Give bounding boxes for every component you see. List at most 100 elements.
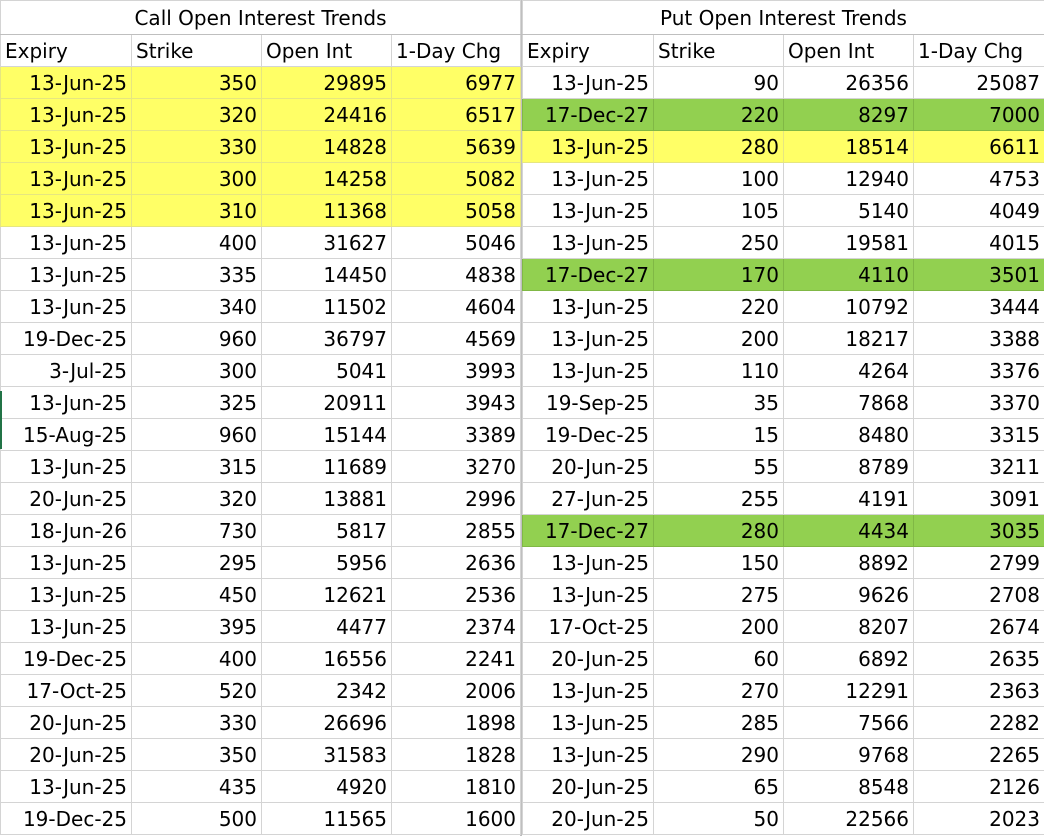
1-day-chg-cell[interactable]: 2674 (912, 610, 1044, 643)
1-day-chg-cell[interactable]: 3501 (912, 258, 1044, 291)
strike-cell[interactable]: 60 (653, 642, 784, 675)
1-day-chg-cell[interactable]: 1828 (391, 738, 521, 771)
expiry-cell[interactable]: 19-Sep-25 (522, 386, 654, 419)
expiry-cell[interactable]: 13-Jun-25 (522, 226, 654, 259)
1-day-chg-cell[interactable]: 2282 (912, 706, 1044, 739)
1-day-chg-cell[interactable]: 2855 (391, 514, 521, 547)
open-int-cell[interactable]: 4110 (783, 258, 914, 291)
open-int-cell[interactable]: 31583 (261, 738, 392, 771)
1-day-chg-cell[interactable]: 6977 (391, 66, 521, 99)
1-day-chg-cell[interactable]: 2006 (391, 674, 521, 707)
expiry-cell[interactable]: 20-Jun-25 (0, 482, 132, 515)
1-day-chg-cell[interactable]: 3035 (912, 514, 1044, 547)
expiry-cell[interactable]: 15-Aug-25 (0, 418, 132, 451)
strike-cell[interactable]: 400 (131, 642, 262, 675)
expiry-cell[interactable]: 13-Jun-25 (522, 546, 654, 579)
open-int-cell[interactable]: 11368 (261, 194, 392, 227)
strike-cell[interactable]: 220 (653, 98, 784, 131)
open-int-cell[interactable]: 8892 (783, 546, 914, 579)
strike-cell[interactable]: 335 (131, 258, 262, 291)
1-day-chg-cell[interactable]: 4049 (912, 194, 1044, 227)
expiry-cell[interactable]: 13-Jun-25 (0, 226, 132, 259)
expiry-cell[interactable]: 13-Jun-25 (0, 770, 132, 803)
open-int-cell[interactable]: 5956 (261, 546, 392, 579)
strike-cell[interactable]: 280 (653, 130, 784, 163)
1-day-chg-cell[interactable]: 2374 (391, 610, 521, 643)
strike-cell[interactable]: 395 (131, 610, 262, 643)
strike-cell[interactable]: 500 (131, 802, 262, 835)
strike-cell[interactable]: 200 (653, 610, 784, 643)
open-int-cell[interactable]: 11689 (261, 450, 392, 483)
open-int-cell[interactable]: 15144 (261, 418, 392, 451)
strike-cell[interactable]: 290 (653, 738, 784, 771)
open-int-cell[interactable]: 9626 (783, 578, 914, 611)
open-int-cell[interactable]: 12621 (261, 578, 392, 611)
strike-cell[interactable]: 55 (653, 450, 784, 483)
expiry-cell[interactable]: 13-Jun-25 (0, 258, 132, 291)
1-day-chg-cell[interactable]: 4569 (391, 322, 521, 355)
1-day-chg-cell[interactable]: 2126 (912, 770, 1044, 803)
strike-cell[interactable]: 310 (131, 194, 262, 227)
strike-cell[interactable]: 350 (131, 738, 262, 771)
strike-cell[interactable]: 340 (131, 290, 262, 323)
expiry-cell[interactable]: 13-Jun-25 (522, 322, 654, 355)
open-int-cell[interactable]: 24416 (261, 98, 392, 131)
open-int-cell[interactable]: 10792 (783, 290, 914, 323)
1-day-chg-cell[interactable]: 25087 (912, 66, 1044, 99)
expiry-cell[interactable]: 19-Dec-25 (522, 418, 654, 451)
1-day-chg-cell[interactable]: 1810 (391, 770, 521, 803)
put-header-1-day-chg[interactable]: 1-Day Chg (912, 34, 1044, 67)
call-header-open-int[interactable]: Open Int (261, 34, 392, 67)
expiry-cell[interactable]: 13-Jun-25 (522, 578, 654, 611)
1-day-chg-cell[interactable]: 4604 (391, 290, 521, 323)
strike-cell[interactable]: 280 (653, 514, 784, 547)
expiry-cell[interactable]: 13-Jun-25 (0, 450, 132, 483)
open-int-cell[interactable]: 8480 (783, 418, 914, 451)
strike-cell[interactable]: 100 (653, 162, 784, 195)
expiry-cell[interactable]: 13-Jun-25 (522, 290, 654, 323)
call-header-1-day-chg[interactable]: 1-Day Chg (391, 34, 521, 67)
strike-cell[interactable]: 285 (653, 706, 784, 739)
1-day-chg-cell[interactable]: 7000 (912, 98, 1044, 131)
1-day-chg-cell[interactable]: 3370 (912, 386, 1044, 419)
open-int-cell[interactable]: 4264 (783, 354, 914, 387)
expiry-cell[interactable]: 13-Jun-25 (522, 706, 654, 739)
strike-cell[interactable]: 35 (653, 386, 784, 419)
expiry-cell[interactable]: 27-Jun-25 (522, 482, 654, 515)
open-int-cell[interactable]: 8548 (783, 770, 914, 803)
strike-cell[interactable]: 170 (653, 258, 784, 291)
open-int-cell[interactable]: 7566 (783, 706, 914, 739)
1-day-chg-cell[interactable]: 2636 (391, 546, 521, 579)
expiry-cell[interactable]: 13-Jun-25 (0, 578, 132, 611)
strike-cell[interactable]: 320 (131, 482, 262, 515)
open-int-cell[interactable]: 13881 (261, 482, 392, 515)
strike-cell[interactable]: 275 (653, 578, 784, 611)
open-int-cell[interactable]: 11502 (261, 290, 392, 323)
strike-cell[interactable]: 960 (131, 322, 262, 355)
expiry-cell[interactable]: 13-Jun-25 (0, 98, 132, 131)
open-int-cell[interactable]: 14450 (261, 258, 392, 291)
1-day-chg-cell[interactable]: 3993 (391, 354, 521, 387)
strike-cell[interactable]: 300 (131, 354, 262, 387)
open-int-cell[interactable]: 9768 (783, 738, 914, 771)
expiry-cell[interactable]: 13-Jun-25 (522, 130, 654, 163)
expiry-cell[interactable]: 18-Jun-26 (0, 514, 132, 547)
expiry-cell[interactable]: 13-Jun-25 (0, 546, 132, 579)
open-int-cell[interactable]: 6892 (783, 642, 914, 675)
open-int-cell[interactable]: 4434 (783, 514, 914, 547)
strike-cell[interactable]: 295 (131, 546, 262, 579)
1-day-chg-cell[interactable]: 2708 (912, 578, 1044, 611)
strike-cell[interactable]: 250 (653, 226, 784, 259)
1-day-chg-cell[interactable]: 5058 (391, 194, 521, 227)
expiry-cell[interactable]: 13-Jun-25 (0, 610, 132, 643)
open-int-cell[interactable]: 8297 (783, 98, 914, 131)
1-day-chg-cell[interactable]: 2536 (391, 578, 521, 611)
1-day-chg-cell[interactable]: 3091 (912, 482, 1044, 515)
open-int-cell[interactable]: 4191 (783, 482, 914, 515)
strike-cell[interactable]: 730 (131, 514, 262, 547)
open-int-cell[interactable]: 7868 (783, 386, 914, 419)
strike-cell[interactable]: 330 (131, 130, 262, 163)
strike-cell[interactable]: 350 (131, 66, 262, 99)
open-int-cell[interactable]: 14258 (261, 162, 392, 195)
expiry-cell[interactable]: 13-Jun-25 (522, 354, 654, 387)
